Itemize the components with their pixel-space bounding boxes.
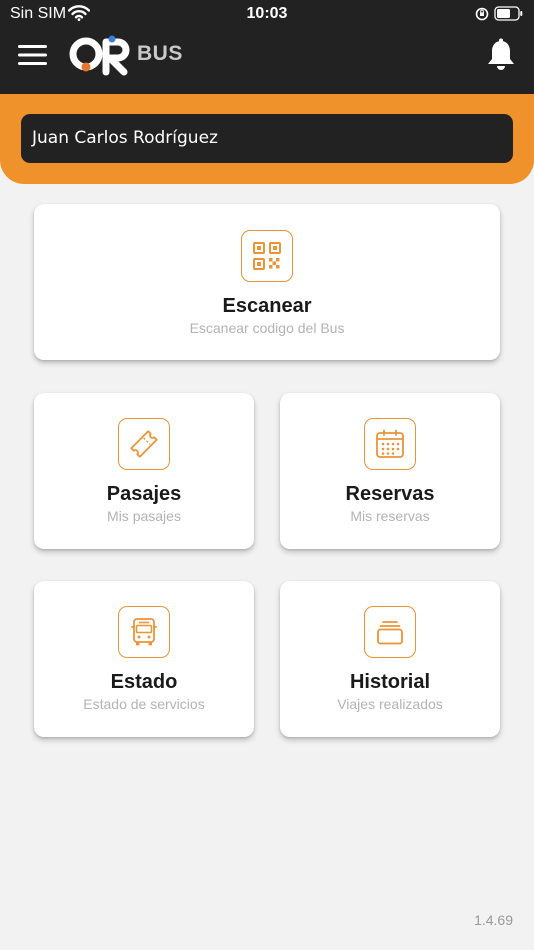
- status-bar: Sin SIM 10:03: [0, 0, 534, 28]
- bell-icon[interactable]: [486, 38, 516, 77]
- scan-card-subtitle: Escanear codigo del Bus: [189, 320, 345, 336]
- calendar-icon: [364, 418, 416, 470]
- app-version: 1.4.69: [474, 912, 513, 928]
- app-bar: BUS: [0, 28, 534, 94]
- reservations-card-title: Reservas: [345, 483, 435, 505]
- tickets-card[interactable]: Pasajes Mis pasajes: [34, 393, 254, 549]
- bus-icon: [118, 606, 170, 658]
- history-card-subtitle: Viajes realizados: [337, 696, 443, 712]
- user-header: Juan Carlos Rodríguez: [0, 94, 534, 184]
- user-name: Juan Carlos Rodríguez: [21, 114, 513, 163]
- reservations-card[interactable]: Reservas Mis reservas: [280, 393, 500, 549]
- menu-icon[interactable]: [18, 44, 47, 71]
- status-card-title: Estado: [110, 671, 178, 693]
- battery-icon: [494, 6, 524, 26]
- tickets-card-title: Pasajes: [106, 483, 182, 505]
- status-card[interactable]: Estado Estado de servicios: [34, 581, 254, 737]
- history-card[interactable]: Historial Viajes realizados: [280, 581, 500, 737]
- status-card-subtitle: Estado de servicios: [83, 696, 205, 712]
- reservations-card-subtitle: Mis reservas: [350, 508, 430, 524]
- ticket-icon: [118, 418, 170, 470]
- scan-card[interactable]: Escanear Escanear codigo del Bus: [34, 204, 500, 360]
- history-card-title: Historial: [349, 671, 431, 693]
- qr-code-icon: [241, 230, 293, 282]
- status-time: 10:03: [246, 5, 288, 22]
- tickets-card-subtitle: Mis pasajes: [107, 508, 181, 524]
- scan-card-title: Escanear: [222, 295, 312, 317]
- orientation-lock-icon: [475, 7, 489, 26]
- logo-bus-text: BUS: [137, 42, 183, 65]
- history-icon: [364, 606, 416, 658]
- qr-logo-mark: [69, 35, 130, 76]
